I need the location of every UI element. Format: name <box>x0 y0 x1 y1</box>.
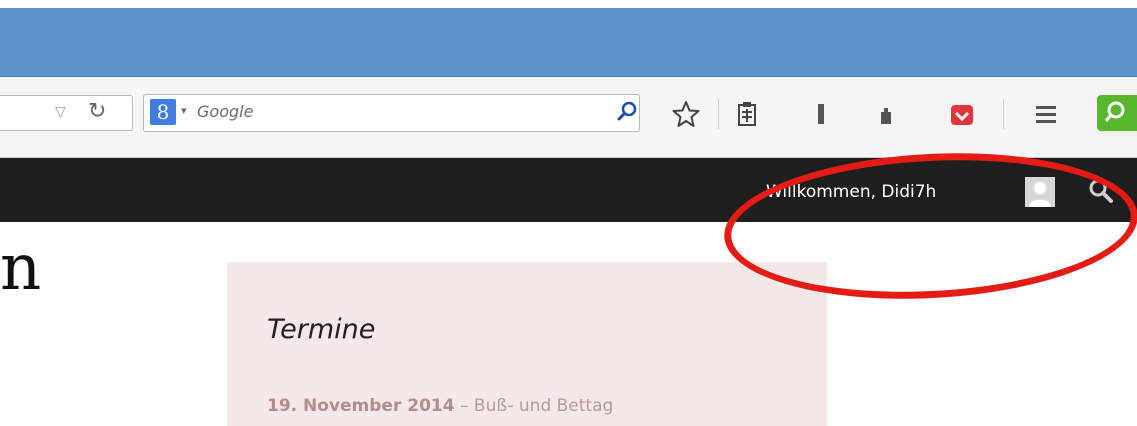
search-go-icon[interactable] <box>616 101 638 123</box>
bookmarks-list-icon[interactable] <box>731 98 763 130</box>
event-separator: – <box>454 396 474 416</box>
search-input[interactable]: Google <box>197 102 253 121</box>
dropdown-arrow-icon[interactable]: ▽ <box>55 104 66 120</box>
addon-search-button[interactable] <box>1097 95 1137 131</box>
pocket-icon[interactable] <box>946 98 978 130</box>
download-icon[interactable] <box>805 98 837 130</box>
window-top-edge <box>0 0 1137 8</box>
toolbar-separator <box>1003 99 1004 129</box>
search-engine-menu-icon[interactable]: ▾ <box>181 104 187 117</box>
bookmark-star-icon[interactable] <box>670 98 702 130</box>
event-date: 19. November 2014 <box>267 396 455 416</box>
events-widget: Termine 19. November 2014 – Buß- und Bet… <box>227 262 827 426</box>
event-name: Buß- und Bettag <box>473 396 614 416</box>
menu-icon[interactable] <box>1030 98 1062 130</box>
google-logo-icon[interactable]: 8 <box>150 99 176 125</box>
page-title: n <box>0 231 42 305</box>
toolbar-separator <box>718 99 719 129</box>
search-bar[interactable]: 8 ▾ Google <box>143 94 640 132</box>
browser-toolbar: ▽ ↻ 8 ▾ Google <box>0 77 1137 158</box>
addon-search-icon <box>1104 101 1125 122</box>
home-icon[interactable] <box>870 98 902 130</box>
event-item[interactable]: 19. November 2014 – Buß- und Bettag <box>267 396 613 416</box>
url-bar[interactable]: ▽ ↻ <box>0 95 133 131</box>
reload-icon[interactable]: ↻ <box>88 99 106 124</box>
browser-title-bar <box>0 8 1137 77</box>
widget-title: Termine <box>267 314 376 345</box>
